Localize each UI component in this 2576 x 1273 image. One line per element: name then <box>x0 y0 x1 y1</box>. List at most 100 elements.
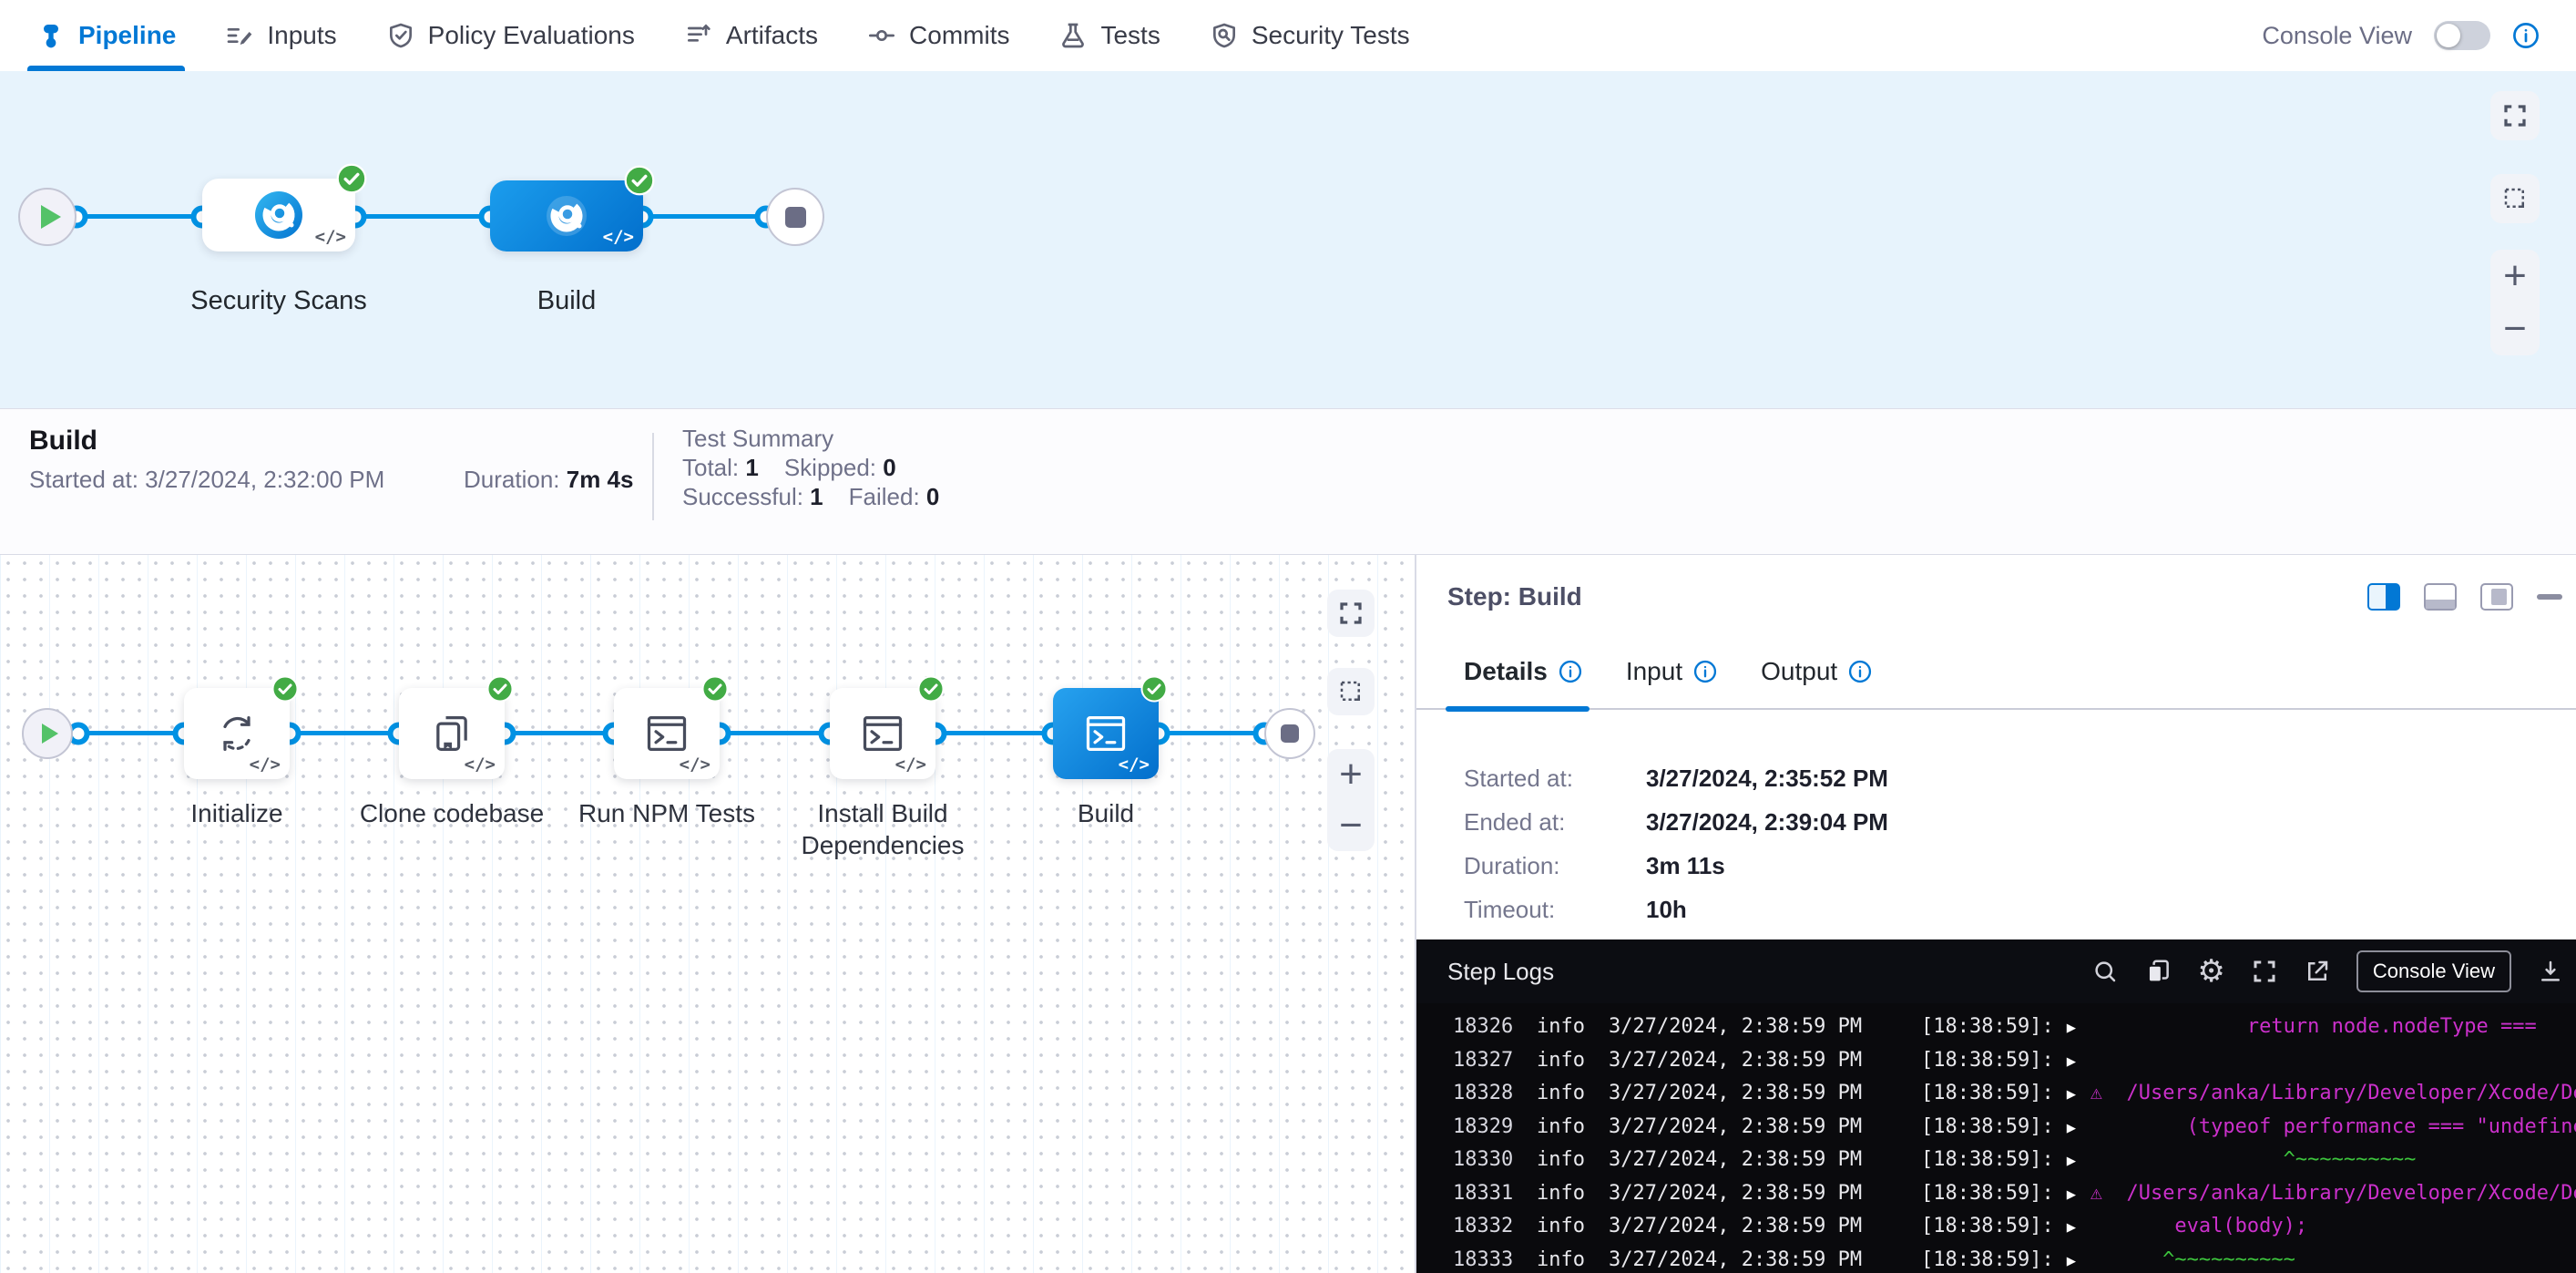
console-view-label: Console View <box>2262 22 2412 50</box>
step-node-run-npm-tests[interactable]: </> <box>614 688 720 779</box>
fill <box>2386 585 2398 609</box>
tab-input[interactable]: Input <box>1626 657 1717 708</box>
expand-caret-icon[interactable]: ▶ <box>2067 1145 2090 1178</box>
pipeline-icon <box>36 21 66 50</box>
stop-icon <box>785 207 806 228</box>
expand-caret-icon[interactable]: ▶ <box>2067 1211 2090 1245</box>
expand-caret-icon[interactable]: ▶ <box>2067 1178 2090 1212</box>
stage-label[interactable]: Security Scans <box>151 286 406 316</box>
tab-inputs[interactable]: Inputs <box>225 0 336 71</box>
tab-policy-evaluations[interactable]: Policy Evaluations <box>386 0 635 71</box>
console-view-toggle[interactable] <box>2434 21 2490 50</box>
layout-right-icon[interactable] <box>2367 583 2400 611</box>
step-logs-title: Step Logs <box>1447 958 1554 986</box>
step-start-node[interactable] <box>22 708 73 759</box>
fullscreen-button[interactable] <box>1327 590 1375 637</box>
success-badge-icon <box>624 165 655 196</box>
zoom-in-button[interactable]: + <box>1339 755 1363 795</box>
step-node-build[interactable]: </> <box>1053 688 1159 779</box>
stage-node-build[interactable]: </> <box>490 180 643 252</box>
layout-bottom-icon[interactable] <box>2424 583 2457 611</box>
edge <box>1159 731 1264 735</box>
stage-duration: Duration: 7m 4s <box>464 466 633 494</box>
fill <box>2426 600 2455 609</box>
search-icon[interactable] <box>2091 958 2119 985</box>
zoom-in-button[interactable]: + <box>2503 256 2527 296</box>
log-line: 18332info3/27/2024, 2:38:59 PM[18:38:59]… <box>1453 1210 2576 1244</box>
step-label[interactable]: Build <box>1001 797 1211 829</box>
code-icon: </> <box>603 227 634 247</box>
step-graph-canvas[interactable]: </> Initialize </> Clone codebase </> Ru… <box>0 555 1415 1273</box>
tab-details[interactable]: Details <box>1464 657 1582 708</box>
zoom-out-button[interactable]: − <box>1339 806 1363 846</box>
zoom-controls[interactable]: + − <box>1327 749 1375 851</box>
step-logs-body[interactable]: 18326info3/27/2024, 2:38:59 PM[18:38:59]… <box>1416 1003 2576 1273</box>
pipeline-end-node[interactable] <box>766 188 824 246</box>
step-label[interactable]: Clone codebase <box>347 797 557 829</box>
tab-security-tests[interactable]: Security Tests <box>1210 0 1410 71</box>
step-detail-fields: Started at: 3/27/2024, 2:35:52 PM Ended … <box>1416 710 2576 939</box>
info-icon[interactable] <box>2512 22 2540 49</box>
zoom-out-button[interactable]: − <box>2503 309 2527 349</box>
log-date: 3/27/2024, 2:38:59 PM <box>1609 1111 1921 1145</box>
marquee-select-button[interactable] <box>2490 174 2540 223</box>
successful-value: 1 <box>810 483 848 510</box>
stage-summary-title: Build <box>29 426 97 457</box>
zoom-controls[interactable]: + − <box>2490 250 2540 355</box>
log-time: [18:38:59]: <box>1921 1115 2054 1138</box>
info-icon <box>1693 660 1717 683</box>
success-badge-icon <box>917 675 945 703</box>
log-line-number: 18329 <box>1453 1111 1537 1145</box>
field-value: 3/27/2024, 2:39:04 PM <box>1646 808 1888 837</box>
tab-commits[interactable]: Commits <box>867 0 1009 71</box>
expand-caret-icon[interactable]: ▶ <box>2067 1078 2090 1112</box>
settings-gear-icon[interactable]: ⚙ <box>2197 958 2224 985</box>
fullscreen-icon[interactable] <box>2251 958 2278 985</box>
success-badge-icon <box>486 675 514 703</box>
step-node-install-build-dependencies[interactable]: </> <box>830 688 935 779</box>
pipeline-start-node[interactable] <box>18 188 77 246</box>
expand-caret-icon[interactable]: ▶ <box>2067 1045 2090 1079</box>
tab-pipeline[interactable]: Pipeline <box>36 0 176 71</box>
minimize-panel-icon[interactable] <box>2537 594 2562 600</box>
step-label[interactable]: Run NPM Tests <box>562 797 772 829</box>
log-date: 3/27/2024, 2:38:59 PM <box>1609 1210 1921 1244</box>
fullscreen-button[interactable] <box>2490 91 2540 140</box>
copy-icon[interactable] <box>2144 958 2172 985</box>
download-icon[interactable] <box>2537 958 2564 985</box>
layout-float-icon[interactable] <box>2480 583 2513 611</box>
code-icon: </> <box>250 755 281 775</box>
tab-output[interactable]: Output <box>1761 657 1872 708</box>
failed-label: Failed: <box>849 483 926 510</box>
stage-node-security-scans[interactable]: </> <box>202 179 355 252</box>
play-icon <box>41 205 61 229</box>
code-icon: </> <box>465 755 496 775</box>
step-node-initialize[interactable]: </> <box>184 688 290 779</box>
step-label[interactable]: Install Build Dependencies <box>778 797 987 861</box>
play-icon <box>42 724 58 744</box>
terminal-icon <box>643 710 690 757</box>
expand-caret-icon[interactable]: ▶ <box>2067 1011 2090 1045</box>
toggle-knob <box>2437 24 2460 47</box>
step-end-node[interactable] <box>1264 708 1315 759</box>
marquee-select-icon <box>2501 185 2529 212</box>
open-external-icon[interactable] <box>2304 958 2331 985</box>
step-node-clone-codebase[interactable]: </> <box>399 688 505 779</box>
stage-label[interactable]: Build <box>439 286 694 316</box>
stage-graph-canvas[interactable]: </> Security Scans </> Build + − <box>0 71 2576 408</box>
code-icon: </> <box>315 227 346 247</box>
expand-caret-icon[interactable]: ▶ <box>2067 1245 2090 1273</box>
expand-caret-icon[interactable]: ▶ <box>2067 1112 2090 1145</box>
tab-tests[interactable]: Tests <box>1058 0 1160 71</box>
tab-artifacts[interactable]: Artifacts <box>684 0 818 71</box>
marquee-select-button[interactable] <box>1327 668 1375 715</box>
layout-controls <box>2367 583 2562 611</box>
console-view-button[interactable]: Console View <box>2356 950 2511 992</box>
log-line: 18327info3/27/2024, 2:38:59 PM[18:38:59]… <box>1453 1044 2576 1078</box>
step-label[interactable]: Initialize <box>132 797 342 829</box>
field-duration: Duration: 3m 11s <box>1464 852 2576 880</box>
field-value: 3m 11s <box>1646 852 1725 880</box>
success-badge-icon <box>1140 675 1168 703</box>
log-time: [18:38:59]: <box>1921 1248 2054 1271</box>
log-line: 18328info3/27/2024, 2:38:59 PM[18:38:59]… <box>1453 1077 2576 1111</box>
